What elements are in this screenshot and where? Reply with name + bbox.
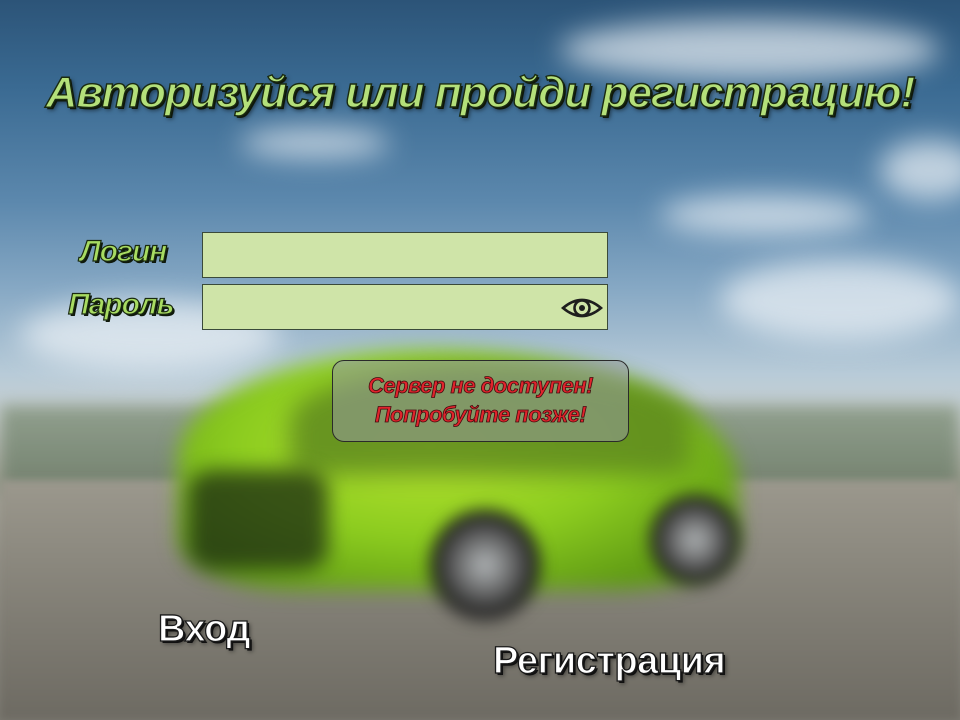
password-field-frame xyxy=(202,284,608,330)
login-field-frame xyxy=(202,232,608,278)
login-input[interactable] xyxy=(203,233,607,277)
password-label: Пароль xyxy=(67,287,175,321)
error-line-2: Попробуйте позже! xyxy=(374,402,587,428)
page-title: Авторизуйся или пройди регистрацию! xyxy=(45,67,916,117)
error-line-1: Сервер не доступен! xyxy=(367,373,594,399)
error-message-box: Сервер не доступен! Попробуйте позже! xyxy=(332,360,629,442)
password-input[interactable] xyxy=(203,285,607,329)
register-button[interactable]: Регистрация xyxy=(492,639,726,683)
eye-icon[interactable] xyxy=(560,290,604,326)
login-button[interactable]: Вход xyxy=(157,607,251,651)
login-label: Логин xyxy=(79,234,168,268)
